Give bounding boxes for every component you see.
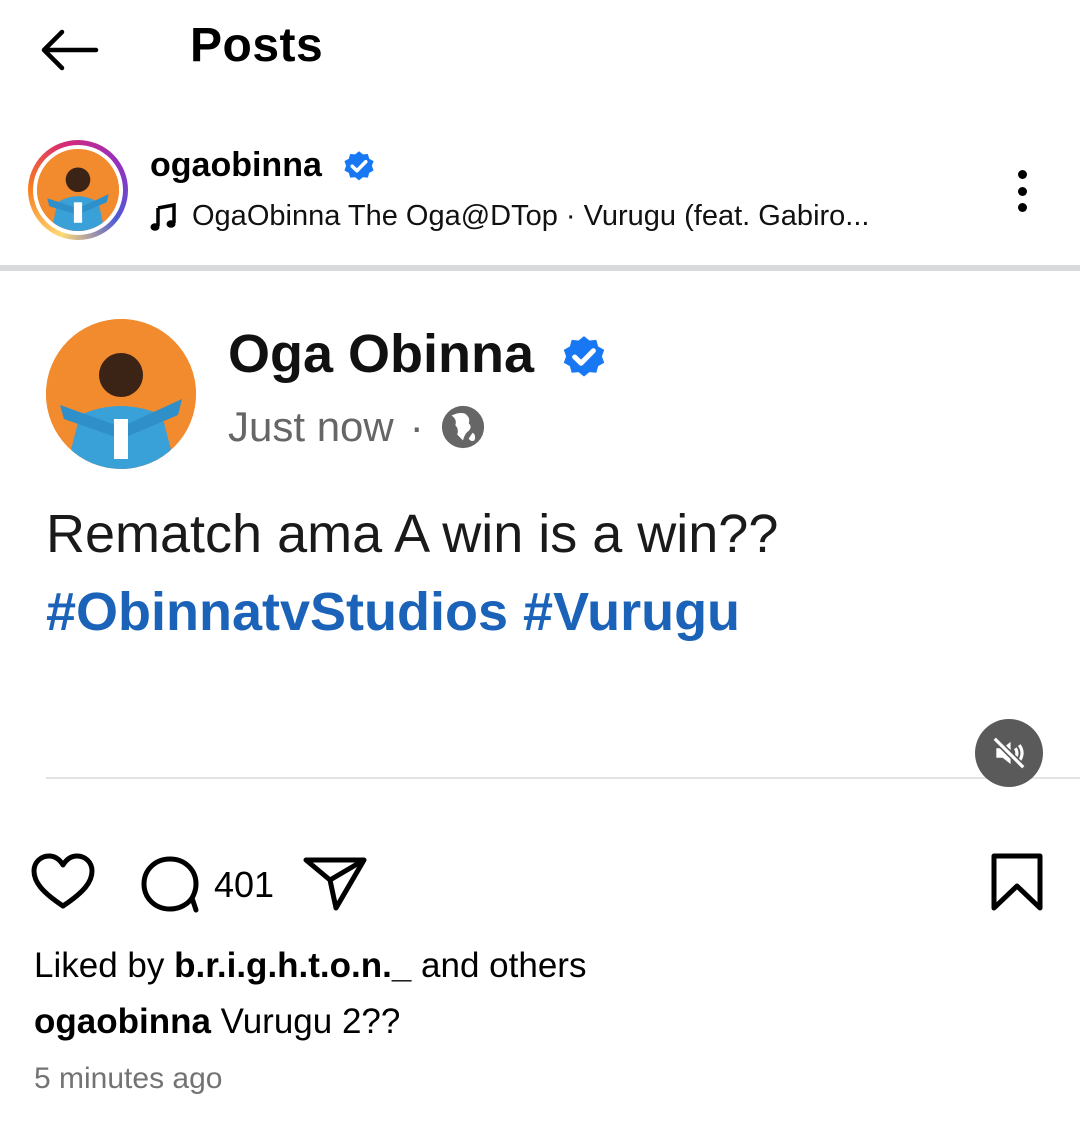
page-title: Posts [190, 19, 324, 72]
heart-icon [31, 853, 95, 909]
fb-separator: · [409, 403, 424, 450]
verified-badge-icon [563, 335, 605, 377]
top-bar: Posts [0, 0, 1080, 100]
audio-title: OgaObinna The Oga@DTop · Vurugu (feat. G… [192, 200, 870, 232]
story-avatar[interactable] [28, 140, 128, 240]
more-dot [1017, 203, 1027, 212]
liked-by-suffix: and others [411, 946, 587, 985]
save-button[interactable] [988, 852, 1046, 912]
fb-author-name: Oga Obinna [228, 323, 609, 385]
more-vertical-icon [1017, 170, 1027, 179]
post-detail-screen: Posts ogaobinna OgaObinna The Oga@DTop ·… [0, 0, 1080, 1130]
comment-bubble-icon [141, 856, 199, 913]
liked-by-text[interactable]: Liked by b.r.i.g.h.t.o.n._ and others [34, 946, 586, 986]
fb-post-meta: Just now · [228, 403, 486, 451]
post-timestamp: 5 minutes ago [34, 1062, 223, 1095]
fb-post-text: Rematch ama A win is a win?? [46, 504, 779, 564]
music-note-icon [150, 202, 176, 231]
back-button[interactable] [38, 22, 108, 78]
post-media[interactable]: Oga Obinna Just now · Rematch ama A win … [0, 271, 1080, 816]
volume-muted-icon [992, 736, 1026, 770]
more-options-button[interactable] [1000, 166, 1044, 216]
post-caption: ogaobinna Vurugu 2?? [34, 1002, 400, 1042]
share-button[interactable] [302, 852, 368, 912]
liked-by-prefix: Liked by [34, 946, 175, 985]
fb-name-text: Oga Obinna [228, 324, 535, 384]
avatar [37, 149, 119, 231]
arrow-left-icon [41, 29, 99, 71]
like-button[interactable] [30, 852, 96, 912]
fb-avatar [46, 319, 196, 469]
username-text: ogaobinna [150, 146, 322, 184]
fb-hashtags: #ObinnatvStudios #Vurugu [46, 582, 741, 642]
comment-count: 401 [214, 864, 275, 905]
verified-badge-icon [344, 151, 374, 181]
globe-icon [441, 405, 484, 449]
fb-timestamp: Just now [228, 403, 394, 450]
post-header: ogaobinna OgaObinna The Oga@DTop · Vurug… [0, 130, 1080, 250]
action-bar: 401 [0, 840, 1080, 930]
more-dot [1017, 186, 1027, 196]
audio-attribution[interactable]: OgaObinna The Oga@DTop · Vurugu (feat. G… [150, 200, 869, 233]
fb-divider [46, 777, 1080, 779]
comment-button[interactable] [138, 852, 202, 916]
caption-username[interactable]: ogaobinna [34, 1002, 211, 1041]
mute-button[interactable] [975, 719, 1043, 787]
bookmark-icon [991, 853, 1043, 911]
liked-by-user[interactable]: b.r.i.g.h.t.o.n._ [174, 946, 411, 985]
caption-text: Vurugu 2?? [210, 1002, 401, 1041]
send-icon [303, 857, 367, 911]
post-username[interactable]: ogaobinna [150, 146, 377, 185]
